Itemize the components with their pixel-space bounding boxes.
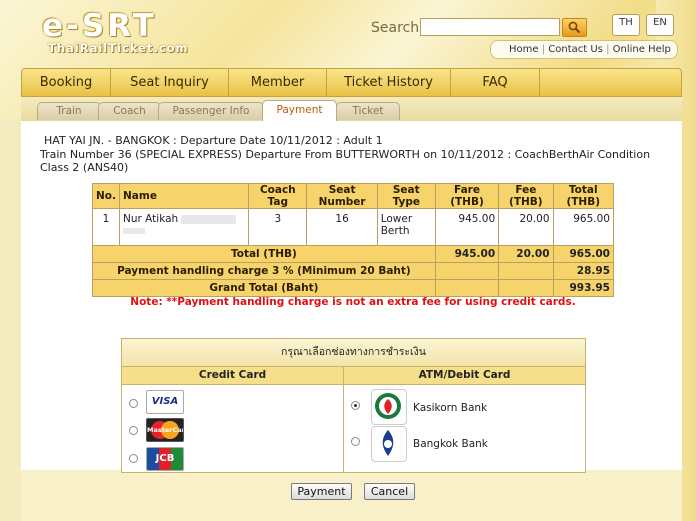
row-fee: 20.00 [498, 208, 554, 246]
atm-card-heading: ATM/Debit Card [344, 366, 585, 385]
col-seat-number: Seat Number [306, 183, 378, 209]
logo-text: e-SRT [42, 8, 157, 44]
total-total: 965.00 [552, 245, 615, 263]
kasikorn-icon [375, 393, 401, 419]
col-name: Name [118, 183, 250, 209]
empty-cell [498, 279, 554, 297]
bangkok-bank-radio[interactable] [351, 437, 360, 446]
nav-faq[interactable]: FAQ [451, 69, 540, 96]
row-fare: 945.00 [434, 208, 500, 246]
col-fee: Fee (THB) [498, 183, 554, 209]
kasikorn-logo [371, 389, 407, 425]
grand-total-value: 993.95 [552, 279, 615, 297]
step-payment: Payment [262, 100, 337, 121]
jcb-radio[interactable] [129, 454, 138, 463]
bangkok-bank-label: Bangkok Bank [413, 438, 488, 450]
step-train: Train [37, 102, 101, 120]
redacted-area [181, 214, 237, 224]
table-header-row: No. Name Coach Tag Seat Number Seat Type… [92, 183, 615, 209]
help-link[interactable]: Online Help [613, 44, 671, 55]
handling-note: Note: **Payment handling charge is not a… [130, 296, 576, 308]
passenger-name: Nur Atikah [123, 213, 179, 225]
handling-label: Payment handling charge 3 % (Minimum 20 … [92, 262, 436, 280]
empty-cell [434, 279, 500, 297]
bangkok-bank-icon [382, 430, 394, 456]
step-ticket: Ticket [336, 102, 400, 120]
row-seat-type: Lower Berth [376, 208, 436, 246]
visa-icon: VISA [146, 390, 184, 414]
total-label: Total (THB) [92, 245, 436, 263]
total-fare: 945.00 [434, 245, 500, 263]
jcb-icon: JCB [146, 447, 184, 471]
step-coach: Coach [98, 102, 161, 120]
step-tabs: Train Coach Passenger Info Payment Ticke… [21, 97, 682, 121]
grand-total-label: Grand Total (Baht) [92, 279, 436, 297]
row-name-cell: Nur Atikah [118, 208, 250, 246]
col-fare: Fare (THB) [434, 183, 500, 209]
empty-cell [498, 262, 554, 280]
mastercard-icon: MasterCard [146, 418, 184, 442]
row-total: 965.00 [552, 208, 615, 246]
row-coach: 3 [248, 208, 308, 246]
total-row: Total (THB) 945.00 20.00 965.00 [92, 245, 615, 263]
search-label: Search [371, 20, 420, 36]
mastercard-radio[interactable] [129, 426, 138, 435]
kasikorn-radio[interactable] [351, 401, 360, 410]
step-passenger-info: Passenger Info [158, 102, 264, 120]
total-fee: 20.00 [498, 245, 554, 263]
col-total: Total (THB) [552, 183, 615, 209]
row-no: 1 [92, 208, 120, 246]
nav-ticket-history[interactable]: Ticket History [327, 69, 451, 96]
grand-total-row: Grand Total (Baht) 993.95 [92, 279, 615, 297]
lang-th-button[interactable]: TH [612, 14, 640, 36]
handling-row: Payment handling charge 3 % (Minimum 20 … [92, 262, 615, 280]
top-links: Home | Contact Us | Online Help [490, 40, 678, 59]
bangkok-bank-logo [371, 426, 407, 462]
train-details: Train Number 36 (SPECIAL EXPRESS) Depart… [40, 148, 651, 174]
col-seat-type: Seat Type [376, 183, 436, 209]
payment-method-box: กรุณาเลือกช่องทางการชำระเงิน Credit Card… [121, 338, 586, 473]
kasikorn-label: Kasikorn Bank [413, 402, 488, 414]
row-seat: 16 [306, 208, 378, 246]
ticket-table: No. Name Coach Tag Seat Number Seat Type… [92, 183, 615, 297]
table-row: 1 Nur Atikah 3 16 Lower Berth 945.00 20.… [92, 208, 615, 246]
col-no: No. [92, 183, 120, 209]
logo-subtext: ThaiRailTicket.com [48, 41, 189, 55]
search-button[interactable] [562, 18, 587, 37]
credit-card-heading: Credit Card [122, 366, 343, 385]
search-icon [568, 21, 581, 34]
lang-en-button[interactable]: EN [646, 14, 674, 36]
empty-cell [434, 262, 500, 280]
cancel-button[interactable]: Cancel [364, 483, 415, 500]
logo[interactable]: e-SRT ThaiRailTicket.com [42, 8, 227, 56]
search-input[interactable] [420, 18, 560, 36]
payment-button[interactable]: Payment [291, 483, 352, 500]
payment-heading: กรุณาเลือกช่องทางการชำระเงิน [122, 339, 585, 366]
nav-booking[interactable]: Booking [22, 69, 111, 96]
col-coach-tag: Coach Tag [248, 183, 308, 209]
mastercard-label: MasterCard [147, 426, 183, 434]
home-link[interactable]: Home [509, 44, 539, 55]
visa-radio[interactable] [129, 399, 138, 408]
column-divider [343, 366, 344, 472]
handling-value: 28.95 [552, 262, 615, 280]
nav-seat-inquiry[interactable]: Seat Inquiry [111, 69, 229, 96]
contact-link[interactable]: Contact Us [548, 44, 603, 55]
main-nav: Booking Seat Inquiry Member Ticket Histo… [21, 68, 682, 97]
nav-member[interactable]: Member [229, 69, 327, 96]
redacted-area [123, 228, 145, 234]
trip-summary: HAT YAI JN. - BANGKOK : Departure Date 1… [44, 134, 383, 147]
